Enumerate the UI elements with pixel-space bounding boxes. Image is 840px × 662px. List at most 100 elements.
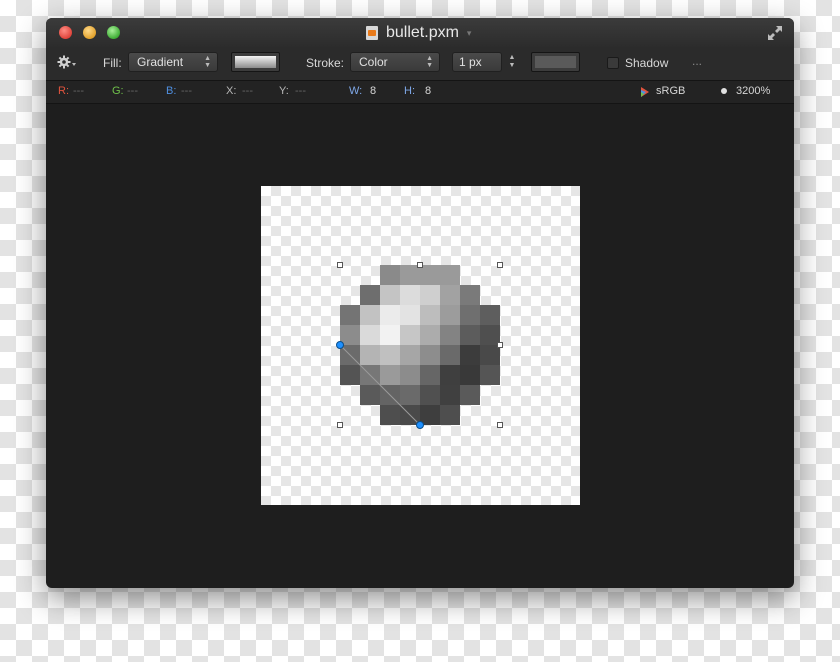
pixel — [380, 365, 400, 385]
document-window: bullet.pxm ▾ Fill: Gradient ▲ ▼ Stroke: … — [46, 18, 794, 588]
pixel — [400, 325, 420, 345]
pixel — [460, 285, 480, 305]
pixel — [380, 405, 400, 425]
pixel — [440, 305, 460, 325]
zoom-button[interactable] — [107, 26, 120, 39]
selection-handle-bottom-left[interactable] — [337, 422, 343, 428]
selection-handle-top-right[interactable] — [497, 262, 503, 268]
gradient-end-handle[interactable] — [416, 421, 424, 429]
pixel — [340, 405, 360, 425]
pixel — [440, 385, 460, 405]
x-value: --- — [242, 85, 253, 97]
pixel — [420, 345, 440, 365]
pixel — [460, 365, 480, 385]
g-label: G: — [112, 85, 124, 97]
pixel — [440, 345, 460, 365]
stroke-type-popup[interactable]: Color ▲ ▼ — [350, 52, 440, 72]
y-label: Y: — [279, 85, 289, 97]
popup-arrows-icon: ▲ ▼ — [426, 55, 433, 69]
pixel — [340, 385, 360, 405]
x-label: X: — [226, 85, 237, 97]
pixel — [380, 285, 400, 305]
y-value: --- — [295, 85, 306, 97]
pixel — [360, 345, 380, 365]
selection-handle-top[interactable] — [417, 262, 423, 268]
pixel — [480, 265, 500, 285]
stroke-color-swatch[interactable] — [531, 52, 580, 72]
title-group[interactable]: bullet.pxm ▾ — [366, 22, 471, 44]
selection-handle-bottom-right[interactable] — [497, 422, 503, 428]
stroke-width-value: 1 px — [459, 55, 482, 69]
pixel — [380, 265, 400, 285]
stroke-color-preview — [535, 56, 576, 68]
popup-arrows-icon: ▲ ▼ — [204, 55, 211, 69]
pixel — [420, 305, 440, 325]
pixel — [480, 345, 500, 365]
fill-gradient-swatch[interactable] — [231, 52, 280, 72]
window-title: bullet.pxm — [386, 24, 459, 41]
pixel — [360, 405, 380, 425]
pixel — [460, 385, 480, 405]
selection-handle-right[interactable] — [497, 342, 503, 348]
gradient-preview — [235, 56, 276, 68]
stroke-width-field[interactable]: 1 px — [452, 52, 502, 72]
fill-label: Fill: — [103, 56, 122, 70]
zoom-level[interactable]: 3200% — [736, 85, 770, 97]
canvas-area[interactable] — [46, 104, 794, 588]
pixel — [460, 405, 480, 425]
pixel — [380, 325, 400, 345]
shadow-checkbox[interactable] — [607, 57, 619, 69]
pixel — [360, 305, 380, 325]
pixel — [440, 265, 460, 285]
close-button[interactable] — [59, 26, 72, 39]
document-canvas[interactable] — [261, 186, 580, 505]
r-value: --- — [73, 85, 84, 97]
pixel — [480, 305, 500, 325]
title-chevron-icon[interactable]: ▾ — [467, 28, 472, 39]
selection-handle-top-left[interactable] — [337, 262, 343, 268]
w-value: 8 — [370, 85, 377, 97]
title-bar[interactable]: bullet.pxm ▾ — [46, 18, 794, 47]
h-value: 8 — [425, 85, 432, 97]
pixel — [360, 265, 380, 285]
gear-icon — [57, 55, 76, 69]
pixel — [380, 305, 400, 325]
h-label: H: — [404, 85, 415, 97]
pixel — [420, 385, 440, 405]
pixel — [440, 405, 460, 425]
more-options-button[interactable]: ... — [692, 54, 702, 68]
r-label: R: — [58, 85, 69, 97]
settings-gear-button[interactable] — [56, 54, 78, 72]
pixel — [340, 305, 360, 325]
pixel — [440, 285, 460, 305]
shadow-label[interactable]: Shadow — [625, 56, 668, 70]
pixel — [360, 385, 380, 405]
pixel — [420, 325, 440, 345]
minimize-button[interactable] — [83, 26, 96, 39]
toolbar: Fill: Gradient ▲ ▼ Stroke: Color ▲ ▼ 1 px … — [46, 47, 794, 81]
stroke-type-value: Color — [359, 55, 388, 69]
stroke-width-stepper[interactable]: ▲ ▼ — [506, 54, 518, 72]
pixel — [360, 325, 380, 345]
w-label: W: — [349, 85, 363, 97]
pixel — [420, 365, 440, 385]
pixel — [400, 265, 420, 285]
pixel — [400, 285, 420, 305]
pixel — [400, 345, 420, 365]
pixel — [380, 385, 400, 405]
pixel — [380, 345, 400, 365]
fill-type-popup[interactable]: Gradient ▲ ▼ — [128, 52, 218, 72]
pixel — [400, 365, 420, 385]
b-label: B: — [166, 85, 177, 97]
fullscreen-arrows-icon[interactable] — [766, 24, 784, 42]
pixel — [340, 345, 360, 365]
pixel — [460, 325, 480, 345]
gradient-start-handle[interactable] — [336, 341, 344, 349]
bullet-pixel-art[interactable] — [340, 265, 500, 425]
pixel — [340, 265, 360, 285]
pixel — [440, 365, 460, 385]
color-profile[interactable]: sRGB — [656, 85, 685, 97]
pixel — [360, 285, 380, 305]
pixel — [400, 385, 420, 405]
pixel — [360, 365, 380, 385]
